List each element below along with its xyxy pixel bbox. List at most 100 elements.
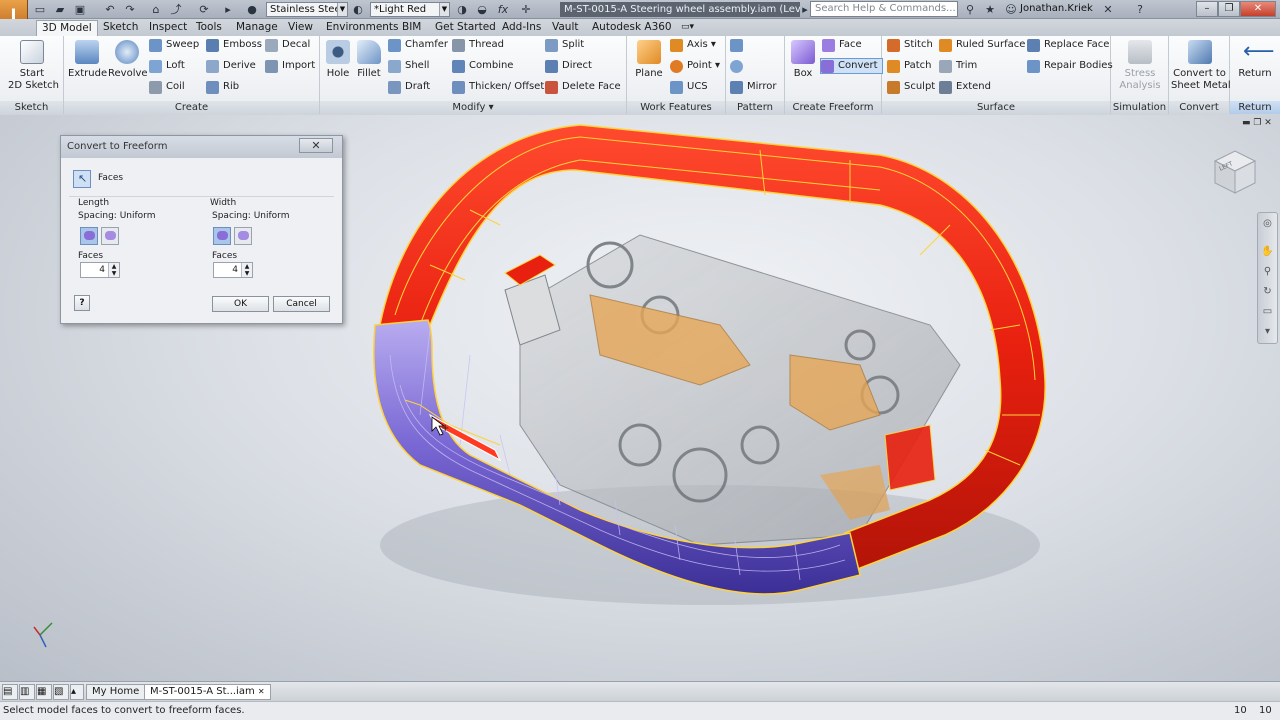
repair-bodies-button[interactable]: Repair Bodies (1027, 59, 1113, 75)
faces-select-button[interactable]: ↖ (73, 170, 91, 188)
minimize-button[interactable]: – (1196, 1, 1218, 17)
tab-list-icon[interactable]: ▴ (70, 684, 84, 700)
decal-button[interactable]: Decal (265, 38, 310, 54)
mirror-button[interactable]: Mirror (730, 80, 776, 96)
convert-button[interactable]: Convert (820, 58, 883, 74)
exchange-icon[interactable]: ✕ (1100, 2, 1116, 17)
cascade-icon[interactable]: ▦ (36, 684, 52, 700)
viewport-window-controls[interactable]: ▬ ❐ ✕ (1242, 118, 1272, 128)
convert-to-sheet-metal-button[interactable]: Convert to Sheet Metal (1171, 40, 1231, 92)
width-faces-spinner[interactable]: 4 ▲ ▼ (213, 262, 253, 278)
tab-tools[interactable]: Tools (191, 20, 227, 36)
fillet-button[interactable]: Fillet (354, 40, 384, 80)
sweep-button[interactable]: Sweep (149, 38, 199, 54)
tab-bim[interactable]: BIM (397, 20, 426, 36)
ruled-surface-button[interactable]: Ruled Surface (939, 38, 1025, 54)
tab-inspect[interactable]: Inspect (144, 20, 192, 36)
user-name[interactable]: Jonathan.Kriek (1020, 3, 1093, 14)
width-spacing-curvature-button[interactable] (234, 227, 252, 245)
stress-analysis-button[interactable]: Stress Analysis (1115, 40, 1165, 92)
box-button[interactable]: Box (788, 40, 818, 80)
emboss-button[interactable]: Emboss (206, 38, 262, 54)
tile-horizontal-icon[interactable]: ▤ (2, 684, 18, 700)
origin-icon[interactable]: ✛ (518, 2, 534, 17)
star-icon[interactable]: ★ (982, 2, 998, 17)
spinner-arrows-icon[interactable]: ▲ ▼ (108, 263, 119, 277)
delete-face-button[interactable]: Delete Face (545, 80, 621, 96)
binoculars-icon[interactable]: ⚲ (962, 2, 978, 17)
tab-manage[interactable]: Manage (231, 20, 283, 36)
close-button[interactable]: ✕ (1240, 1, 1276, 17)
replace-face-button[interactable]: Replace Face (1027, 38, 1109, 54)
tab-sketch[interactable]: Sketch (98, 20, 143, 36)
clear-icon[interactable]: ◒ (474, 2, 490, 17)
stitch-button[interactable]: Stitch (887, 38, 933, 54)
adjust-icon[interactable]: ◑ (454, 2, 470, 17)
select-icon[interactable]: ▸ (220, 2, 236, 17)
tab-view[interactable]: View (283, 20, 318, 36)
length-spacing-curvature-button[interactable] (101, 227, 119, 245)
search-input[interactable]: Search Help & Commands... (810, 1, 958, 17)
trim-button[interactable]: Trim (939, 59, 977, 75)
derive-button[interactable]: Derive (206, 59, 256, 75)
extrude-button[interactable]: Extrude (68, 40, 107, 80)
open-icon[interactable]: ▰ (52, 2, 68, 17)
appearance-combo[interactable]: *Light Red ▼ (370, 2, 450, 17)
direct-button[interactable]: Direct (545, 59, 592, 75)
ucs-button[interactable]: UCS (670, 80, 708, 96)
zoom-icon[interactable]: ⚲ (1261, 265, 1274, 278)
tab-document[interactable]: M-ST-0015-A St...iam ✕ (144, 684, 271, 700)
plane-button[interactable]: Plane (631, 40, 667, 80)
revolve-button[interactable]: Revolve (108, 40, 148, 80)
help-icon[interactable]: ? (1132, 2, 1148, 17)
tile-vertical-icon[interactable]: ▥ (19, 684, 35, 700)
steering-wheel-icon[interactable]: ◎ (1261, 217, 1274, 230)
hole-button[interactable]: Hole (323, 40, 353, 80)
new-icon[interactable]: ▭ (32, 2, 48, 17)
dialog-close-button[interactable]: ✕ (299, 138, 333, 153)
cancel-button[interactable]: Cancel (273, 296, 330, 312)
rectangular-pattern-button[interactable] (730, 38, 744, 54)
face-button[interactable]: Face (822, 38, 862, 54)
arrange-icon[interactable]: ▧ (53, 684, 69, 700)
return-icon[interactable]: ⤴ (168, 2, 184, 17)
fx-icon[interactable]: fx (495, 2, 511, 17)
dialog-help-button[interactable]: ? (74, 295, 90, 311)
undo-icon[interactable]: ↶ (102, 2, 118, 17)
tab-close-icon[interactable]: ✕ (258, 687, 265, 696)
panel-title[interactable]: Modify ▾ (320, 101, 626, 114)
patch-button[interactable]: Patch (887, 59, 931, 75)
combine-button[interactable]: Combine (452, 59, 513, 75)
home-icon[interactable]: ⌂ (148, 2, 164, 17)
viewcube[interactable]: LEFT (1211, 145, 1259, 194)
import-button[interactable]: Import (265, 59, 315, 75)
update-icon[interactable]: ⟳ (196, 2, 212, 17)
material-combo[interactable]: Stainless Stee ▼ (266, 2, 348, 17)
tab-autodesk-a360[interactable]: Autodesk A360 (587, 20, 677, 36)
pan-icon[interactable]: ✋ (1261, 245, 1274, 258)
return-button[interactable]: ⟵ Return (1235, 40, 1275, 80)
tab-get-started[interactable]: Get Started (430, 20, 501, 36)
loft-button[interactable]: Loft (149, 59, 185, 75)
tab-environments[interactable]: Environments (321, 20, 404, 36)
save-icon[interactable]: ▣ (72, 2, 88, 17)
ok-button[interactable]: OK (212, 296, 269, 312)
sculpt-button[interactable]: Sculpt (887, 80, 935, 96)
start-2d-sketch-button[interactable]: Start 2D Sketch (8, 40, 59, 92)
tab-vault[interactable]: Vault (547, 20, 584, 36)
point-button[interactable]: Point ▾ (670, 59, 720, 75)
axis-button[interactable]: Axis ▾ (670, 38, 716, 54)
spinner-arrows-icon[interactable]: ▲ ▼ (241, 263, 252, 277)
tab-3d-model[interactable]: 3D Model (36, 20, 98, 36)
tab-add-ins[interactable]: Add-Ins (497, 20, 546, 36)
circular-pattern-button[interactable] (730, 59, 744, 75)
restore-button[interactable]: ❐ (1218, 1, 1240, 17)
tab-options-icon[interactable]: ▭▾ (676, 20, 699, 36)
tab-my-home[interactable]: My Home (86, 684, 146, 700)
orbit-icon[interactable]: ↻ (1261, 285, 1274, 298)
extend-button[interactable]: Extend (939, 80, 991, 96)
thicken-offset-button[interactable]: Thicken/ Offset (452, 80, 544, 96)
redo-icon[interactable]: ↷ (122, 2, 138, 17)
chamfer-button[interactable]: Chamfer (388, 38, 448, 54)
nav-customize-icon[interactable]: ▾ (1261, 325, 1274, 338)
